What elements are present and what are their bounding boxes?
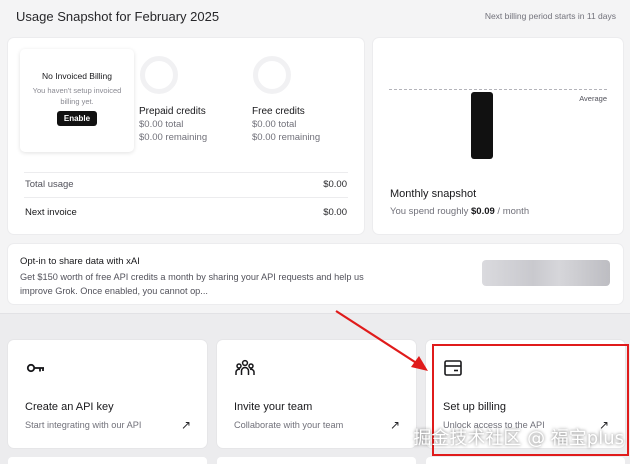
watermark: 掘金技术社区 @ 福宝plus bbox=[413, 428, 624, 449]
